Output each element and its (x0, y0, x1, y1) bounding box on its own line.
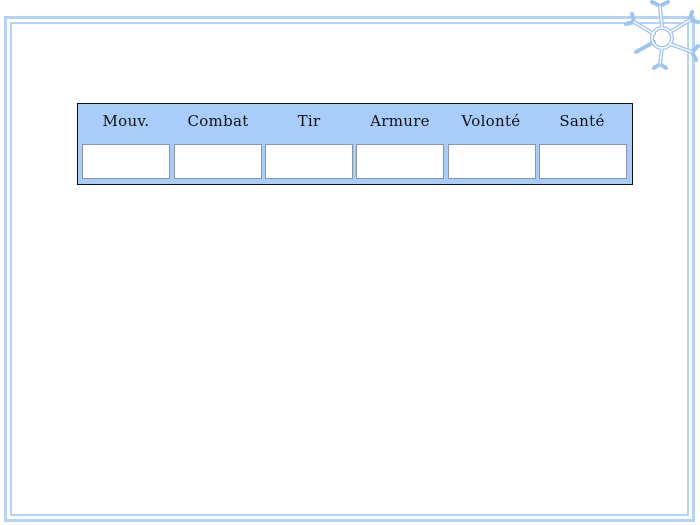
page-frame-inner (10, 22, 689, 516)
stats-header-row: Mouv. Combat Tir Armure Volonté Santé (78, 104, 632, 142)
stats-table: Mouv. Combat Tir Armure Volonté Santé (77, 103, 633, 185)
stat-value-armure[interactable] (356, 144, 444, 179)
stat-value-combat[interactable] (174, 144, 262, 179)
stat-header-armure: Armure (370, 112, 430, 130)
stat-header-tir: Tir (297, 112, 321, 130)
stat-value-sante[interactable] (539, 144, 627, 179)
stat-value-volonte[interactable] (448, 144, 536, 179)
stat-value-mouv[interactable] (82, 144, 170, 179)
stat-header-sante: Santé (559, 112, 605, 130)
stat-value-tir[interactable] (265, 144, 353, 179)
snowflake-icon (624, 0, 700, 70)
stat-header-combat: Combat (187, 112, 249, 130)
stat-header-volonte: Volonté (461, 112, 521, 130)
stat-header-mouv: Mouv. (102, 112, 150, 130)
